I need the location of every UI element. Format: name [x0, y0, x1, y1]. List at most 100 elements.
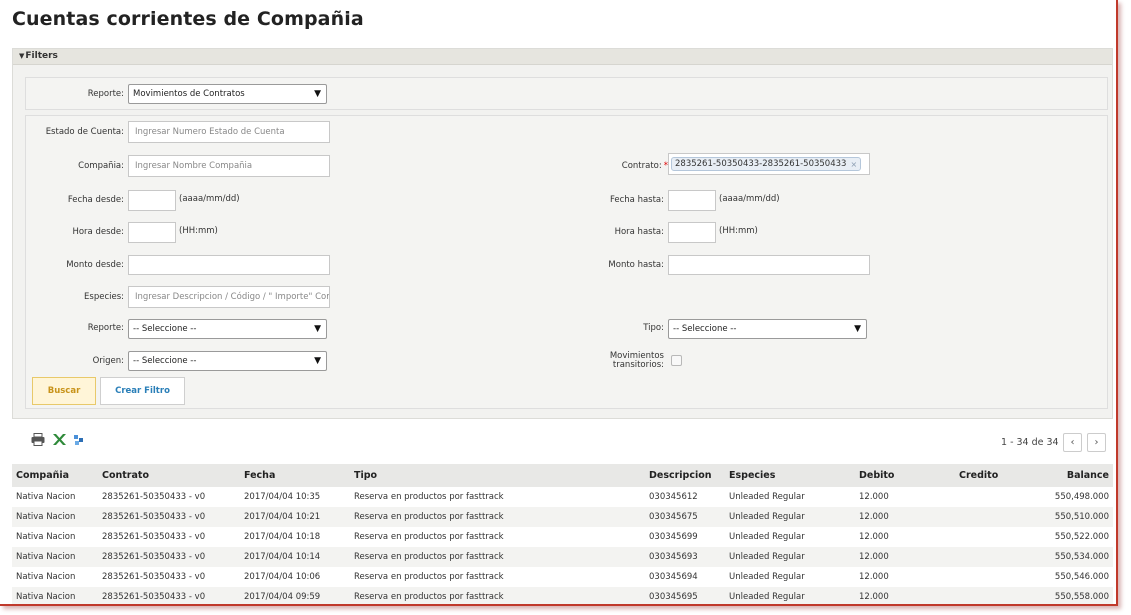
column-header[interactable]: Especies: [725, 464, 835, 487]
table-cell: 2835261-50350433 - v0: [98, 507, 240, 527]
monto-desde-input[interactable]: [128, 255, 330, 275]
table-cell: [925, 567, 1005, 587]
column-header[interactable]: Debito: [835, 464, 925, 487]
hora-hasta-input[interactable]: [668, 222, 716, 243]
table-cell: Nativa Nacion: [12, 547, 98, 567]
origen-value: -- Seleccione --: [133, 356, 197, 366]
table-row[interactable]: Nativa Nacion 2835261-50350433 - v0 2017…: [12, 587, 1113, 604]
table-cell: Unleaded Regular: [725, 527, 835, 547]
reporte-top-select[interactable]: Movimientos de Contratos ▼: [128, 84, 327, 104]
table-cell: 550,498.000: [1005, 487, 1113, 507]
column-header[interactable]: Fecha: [240, 464, 350, 487]
table-cell: 2835261-50350433 - v0: [98, 527, 240, 547]
reporte-top-label: Reporte:: [87, 89, 124, 99]
estado-cuenta-input[interactable]: Ingresar Numero Estado de Cuenta: [128, 121, 330, 143]
tipo-select[interactable]: -- Seleccione -- ▼: [668, 319, 867, 339]
table-row[interactable]: Nativa Nacion 2835261-50350433 - v0 2017…: [12, 527, 1113, 547]
reporte-top-value: Movimientos de Contratos: [133, 89, 245, 99]
table-cell: [925, 527, 1005, 547]
column-header[interactable]: Compañia: [12, 464, 98, 487]
remove-tag-icon[interactable]: ×: [850, 160, 857, 169]
estado-cuenta-placeholder: Ingresar Numero Estado de Cuenta: [135, 127, 285, 137]
table-row[interactable]: Nativa Nacion 2835261-50350433 - v0 2017…: [12, 567, 1113, 587]
hora-desde-label: Hora desde:: [72, 227, 124, 237]
column-header[interactable]: Tipo: [350, 464, 645, 487]
table-cell: Nativa Nacion: [12, 487, 98, 507]
movimientos-label: Movimientos transitorios:: [586, 352, 664, 370]
dropdown-arrow-icon: ▼: [314, 356, 321, 366]
fecha-desde-hint: (aaaa/mm/dd): [179, 194, 240, 204]
contrato-label-text: Contrato:: [621, 161, 662, 171]
pager-prev-button[interactable]: ‹: [1063, 433, 1082, 452]
table-cell: Reserva en productos por fasttrack: [350, 487, 645, 507]
column-header[interactable]: Descripcion: [645, 464, 725, 487]
table-cell: 030345675: [645, 507, 725, 527]
table-cell: 2835261-50350433 - v0: [98, 567, 240, 587]
table-cell: [925, 507, 1005, 527]
table-cell: 12.000: [835, 587, 925, 604]
collapse-triangle-icon: ▼: [19, 52, 25, 60]
compania-label: Compañia:: [78, 161, 124, 171]
movimientos-checkbox[interactable]: [671, 355, 682, 366]
fecha-hasta-hint: (aaaa/mm/dd): [719, 194, 780, 204]
printer-icon[interactable]: [31, 433, 45, 446]
table-cell: 550,522.000: [1005, 527, 1113, 547]
table-cell: 2017/04/04 10:18: [240, 527, 350, 547]
filter-fields-box: Estado de Cuenta: Ingresar Numero Estado…: [25, 115, 1108, 409]
column-header[interactable]: Balance: [1005, 464, 1113, 487]
table-cell: [925, 587, 1005, 604]
app-frame: Cuentas corrientes de Compañia ▼Filters …: [0, 0, 1118, 606]
monto-hasta-input[interactable]: [668, 255, 870, 275]
tipo-value: -- Seleccione --: [673, 324, 737, 334]
table-row[interactable]: Nativa Nacion 2835261-50350433 - v0 2017…: [12, 487, 1113, 507]
column-header[interactable]: Credito: [925, 464, 1005, 487]
table-cell: 550,510.000: [1005, 507, 1113, 527]
column-header[interactable]: Contrato: [98, 464, 240, 487]
table-cell: 030345693: [645, 547, 725, 567]
table-cell: 2835261-50350433 - v0: [98, 487, 240, 507]
refresh-icon[interactable]: [73, 433, 87, 446]
dropdown-arrow-icon: ▼: [854, 324, 861, 334]
contrato-multiselect[interactable]: 2835261-50350433-2835261-50350433 ×: [668, 153, 870, 175]
filters-toggle[interactable]: ▼Filters: [13, 49, 1112, 65]
hora-hasta-label: Hora hasta:: [614, 227, 664, 237]
origen-label: Origen:: [92, 356, 124, 366]
filters-panel: ▼Filters Reporte: Movimientos de Contrat…: [12, 48, 1113, 419]
filters-header-label: Filters: [25, 51, 58, 61]
table-row[interactable]: Nativa Nacion 2835261-50350433 - v0 2017…: [12, 507, 1113, 527]
table-cell: 2017/04/04 10:35: [240, 487, 350, 507]
table-cell: 2835261-50350433 - v0: [98, 587, 240, 604]
fecha-hasta-input[interactable]: [668, 190, 716, 211]
table-cell: Unleaded Regular: [725, 507, 835, 527]
excel-export-icon[interactable]: [52, 433, 66, 446]
table-cell: 030345695: [645, 587, 725, 604]
reporte-label: Reporte:: [87, 323, 124, 333]
table-cell: 550,546.000: [1005, 567, 1113, 587]
table-cell: Unleaded Regular: [725, 587, 835, 604]
especies-input[interactable]: Ingresar Descripcion / Código / " Import…: [128, 286, 330, 308]
compania-input[interactable]: Ingresar Nombre Compañia: [128, 155, 330, 177]
table-cell: 2017/04/04 10:21: [240, 507, 350, 527]
table-header-row: Compañia Contrato Fecha Tipo Descripcion…: [12, 464, 1113, 487]
table-cell: [925, 547, 1005, 567]
origen-select[interactable]: -- Seleccione -- ▼: [128, 351, 327, 371]
table-cell: 2017/04/04 10:14: [240, 547, 350, 567]
table-cell: 2017/04/04 09:59: [240, 587, 350, 604]
compania-placeholder: Ingresar Nombre Compañia: [135, 161, 253, 171]
especies-label: Especies:: [84, 292, 124, 302]
table-cell: 12.000: [835, 487, 925, 507]
dropdown-arrow-icon: ▼: [314, 89, 321, 99]
fecha-hasta-label: Fecha hasta:: [609, 195, 664, 205]
fecha-desde-input[interactable]: [128, 190, 176, 211]
buscar-button[interactable]: Buscar: [32, 377, 96, 405]
crear-filtro-button[interactable]: Crear Filtro: [100, 377, 185, 405]
table-cell: 550,558.000: [1005, 587, 1113, 604]
pager-summary: 1 - 34 de 34: [1001, 437, 1059, 448]
table-cell: 550,534.000: [1005, 547, 1113, 567]
table-cell: 2017/04/04 10:06: [240, 567, 350, 587]
reporte-select[interactable]: -- Seleccione -- ▼: [128, 319, 327, 339]
table-cell: Nativa Nacion: [12, 527, 98, 547]
pager-next-button[interactable]: ›: [1087, 433, 1106, 452]
table-row[interactable]: Nativa Nacion 2835261-50350433 - v0 2017…: [12, 547, 1113, 567]
hora-desde-input[interactable]: [128, 222, 176, 243]
